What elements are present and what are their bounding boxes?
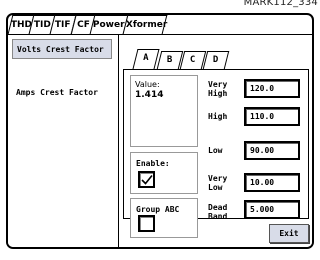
tab-xformer[interactable]: Xformer xyxy=(122,15,168,34)
left-panel: Volts Crest Factor Amps Crest Factor xyxy=(8,35,119,247)
enable-box: Enable: xyxy=(130,152,198,194)
phase-tab-a-label: A xyxy=(143,53,149,63)
tab-cf-label: CF xyxy=(76,20,90,30)
tab-power-label: Power xyxy=(93,20,125,30)
phase-tab-b-label: B xyxy=(167,55,173,65)
tab-tif-label: TIF xyxy=(55,20,71,30)
phase-tab-c-label: C xyxy=(190,55,196,65)
value-box: Value: 1.414 xyxy=(130,75,198,147)
low-label: Low xyxy=(208,146,223,155)
very-high-label-line2: High xyxy=(208,89,228,98)
phase-tab-d-label: D xyxy=(213,55,219,65)
high-label: High xyxy=(208,112,228,121)
group-abc-label: Group ABC xyxy=(136,205,180,214)
group-abc-box: Group ABC xyxy=(130,198,198,238)
very-low-input[interactable]: 10.00 xyxy=(244,173,300,192)
amps-crest-factor-button[interactable]: Amps Crest Factor xyxy=(12,83,112,103)
screenshot-caption: MARK112_334 xyxy=(243,0,318,8)
tab-xformer-label: Xformer xyxy=(125,20,168,30)
exit-button[interactable]: Exit xyxy=(269,224,309,243)
group-abc-checkbox[interactable] xyxy=(138,215,155,232)
volts-crest-factor-button[interactable]: Volts Crest Factor xyxy=(12,39,112,59)
phase-tab-a[interactable]: A xyxy=(132,49,160,69)
very-low-label-line2: Low xyxy=(208,183,223,192)
crest-factor-window: THD TID TIF CF Power Xformer Volts Crest… xyxy=(6,13,314,249)
high-input[interactable]: 110.0 xyxy=(244,107,300,126)
checkmark-icon xyxy=(141,174,153,185)
value-label: Value: xyxy=(135,80,160,89)
enable-label: Enable: xyxy=(136,159,170,168)
main-panel: A B C D Value: 1.414 Enable: Group ABC V… xyxy=(118,35,312,247)
very-high-label-line1: Very xyxy=(208,80,228,89)
dead-band-label-line2: Band xyxy=(208,212,228,221)
enable-checkbox[interactable] xyxy=(138,171,155,188)
very-low-label-line1: Very xyxy=(208,174,228,183)
phase-settings-box: Value: 1.414 Enable: Group ABC Very High … xyxy=(123,69,309,238)
value-readout: 1.414 xyxy=(135,90,164,100)
very-low-label: Very Low xyxy=(208,174,227,192)
low-input[interactable]: 90.00 xyxy=(244,141,300,160)
very-high-input[interactable]: 120.0 xyxy=(244,79,300,98)
phase-tab-d[interactable]: D xyxy=(202,51,230,69)
tab-tid-label: TID xyxy=(33,20,51,30)
very-high-label: Very High xyxy=(208,80,227,98)
dead-band-label-line1: Dead xyxy=(208,203,228,212)
dead-band-input[interactable]: 5.000 xyxy=(244,200,300,219)
dead-band-label: Dead Band xyxy=(208,203,227,221)
